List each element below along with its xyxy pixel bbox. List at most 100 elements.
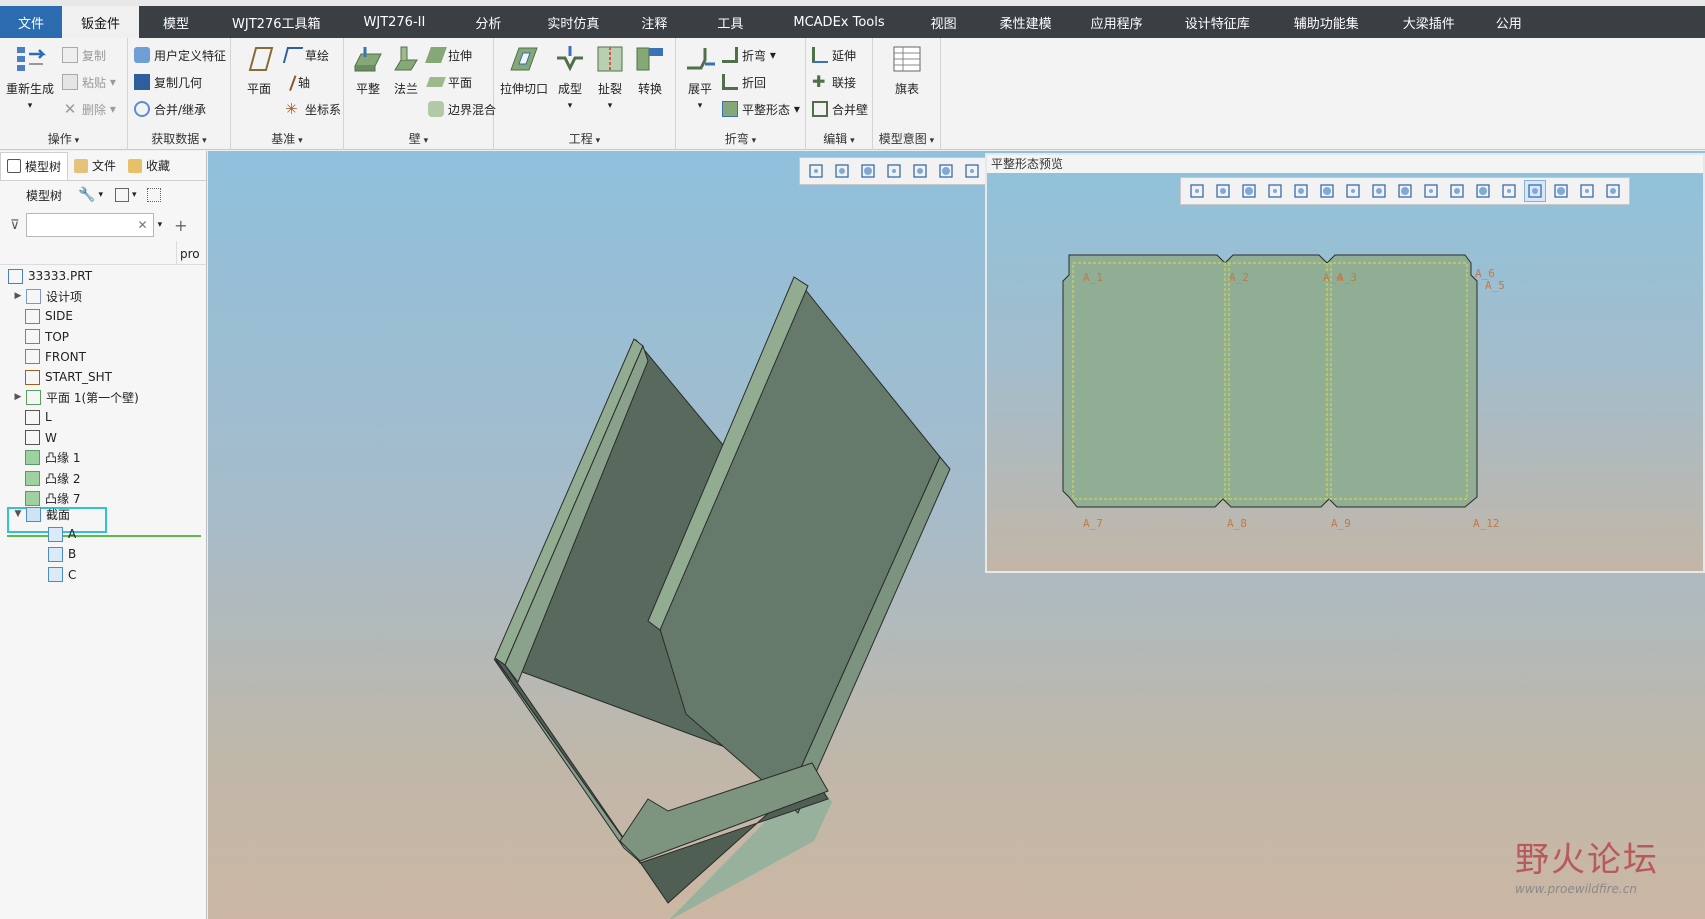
tab-files[interactable]: 文件 [68,152,122,180]
tab-girder-plugin[interactable]: 大梁插件 [1381,6,1477,38]
expand-arrow-icon[interactable]: ▶ [12,291,24,301]
insert-here-marker[interactable] [7,535,201,537]
tab-wjt276-ii[interactable]: WJT276-II [340,6,450,38]
tree-filter-icon[interactable] [146,188,161,202]
extrude-cut-icon [510,47,538,71]
dimension-label[interactable]: A_1 [1083,271,1103,284]
tree-item[interactable]: SIDE [25,305,73,327]
merge-inherit-button[interactable]: 合并/继承 [134,98,206,120]
tree-item-icon [25,450,40,466]
tree-item[interactable]: 33333.PRT [8,265,92,287]
tree-item-section[interactable]: B [48,543,76,565]
tab-annotate[interactable]: 注释 [619,6,689,38]
flange-button[interactable]: 法兰 [384,42,428,97]
tree-search-input[interactable] [25,213,154,237]
sketch-button[interactable]: 草绘 [282,44,329,66]
dimension-label[interactable]: A_7 [1083,517,1103,530]
tree-item[interactable]: L [25,406,52,428]
join-button[interactable]: ✚ 联接 [812,71,856,93]
tab-wjt276-toolbox[interactable]: WJT276工具箱 [213,6,339,38]
datum-plane-button[interactable]: 平面 [237,42,281,97]
tab-tools[interactable]: 工具 [689,6,771,38]
dimension-label[interactable]: A_4 [1323,271,1343,284]
convert-button[interactable]: 转换 [630,42,670,97]
search-dropdown-icon[interactable]: ▾ [158,220,163,230]
tree-item[interactable]: ▶ 设计项 [12,285,82,307]
tree-item-sections[interactable]: ▼ 截面 [12,503,70,525]
unbend-button[interactable]: 展平 ▾ [678,42,722,111]
flat-pattern-button[interactable]: 平整形态 ▾ [722,98,800,120]
tab-model[interactable]: 模型 [139,6,213,38]
delete-button[interactable]: ✕ 删除 ▾ [62,98,116,120]
planar-wall-button[interactable]: 平面 [426,71,472,93]
tree-item[interactable]: TOP [25,326,69,348]
tab-common[interactable]: 公用 [1477,6,1541,38]
extrude-wall-icon [425,47,447,63]
tab-analysis[interactable]: 分析 [449,6,527,38]
tree-item-section[interactable]: A [48,523,76,545]
flat-pattern-preview-window[interactable]: 平整形态预览 A_1 A_2 A_3 A_4 A_6 A_5 A_7 A_8 A_9 A_12 [985,153,1705,573]
tree-item[interactable]: FRONT [25,346,86,368]
tab-simulation[interactable]: 实时仿真 [527,6,619,38]
tree-item[interactable]: 凸缘 2 [25,467,80,489]
bend-button[interactable]: 折弯 ▾ [722,44,776,66]
tab-feature-library[interactable]: 设计特征库 [1163,6,1272,38]
group-label-bend[interactable]: 折弯 [676,130,805,147]
extrude-cut-button[interactable]: 拉伸切口 [498,42,550,97]
merge-wall-button[interactable]: 合并壁 [812,98,868,120]
dimension-label[interactable]: A_9 [1331,517,1351,530]
regenerate-icon [17,47,47,71]
group-label-engineering[interactable]: 工程 [494,130,675,147]
tree-item[interactable]: START_SHT [25,366,112,388]
tree-item[interactable]: W [25,427,57,449]
tree-item-label: C [68,567,77,582]
boundary-blend-button[interactable]: 边界混合 [428,98,496,120]
group-label-edit[interactable]: 编辑 [806,130,872,147]
dimension-label[interactable]: A_12 [1473,517,1500,530]
group-label-wall[interactable]: 壁 [344,130,493,147]
tab-mcadex-tools[interactable]: MCADEx Tools [771,6,906,38]
tab-favorites[interactable]: 收藏 [122,152,176,180]
csys-button[interactable]: ✳ 坐标系 [285,98,341,120]
column-header-pro[interactable]: pro [180,247,200,261]
tab-applications[interactable]: 应用程序 [1071,6,1163,38]
dimension-label[interactable]: A_5 [1485,279,1505,292]
form-button[interactable]: 成型 ▾ [550,42,590,111]
tab-view[interactable]: 视图 [907,6,981,38]
group-label-datum[interactable]: 基准 [231,130,343,147]
extend-button[interactable]: 延伸 [812,44,856,66]
graphics-viewport[interactable]: 平整形态预览 A_1 A_2 A_3 A_4 A_6 A_5 A_7 A_8 A_9 A_12 [208,151,1705,919]
udf-button[interactable]: 用户定义特征 [134,44,226,66]
rip-button[interactable]: 扯裂 ▾ [590,42,630,111]
collapse-arrow-icon[interactable]: ▼ [12,509,24,519]
tree-item[interactable]: ▶ 平面 1(第一个壁) [12,386,139,408]
flag-table-button[interactable]: 旗表 [885,42,929,97]
tree-item[interactable]: 凸缘 1 [25,447,80,469]
dimension-label[interactable]: A_2 [1229,271,1249,284]
bend-back-button[interactable]: 折回 [722,71,766,93]
group-label-operations[interactable]: 操作 [0,130,127,147]
dimension-label[interactable]: A_8 [1227,517,1247,530]
show-columns-icon[interactable] [114,188,129,202]
tab-model-tree[interactable]: 模型树 [0,151,69,180]
copy-icon [62,47,78,63]
tab-flexible-modeling[interactable]: 柔性建模 [981,6,1071,38]
group-label-model-intent[interactable]: 模型意图 [873,130,940,147]
clear-search-icon[interactable]: ✕ [138,218,148,232]
group-label-get-data[interactable]: 获取数据 [128,130,230,147]
tree-menu-label[interactable]: 模型树 [26,187,62,204]
copy-geometry-button[interactable]: 复制几何 [134,71,202,93]
tree-item-section[interactable]: C [48,564,76,586]
add-filter-icon[interactable]: + [174,216,187,235]
filter-funnel-icon[interactable]: ⊽ [10,218,20,233]
tab-sheetmetal[interactable]: 钣金件 [62,6,140,38]
regenerate-button[interactable]: 重新生成 ▾ [4,42,56,111]
extrude-wall-button[interactable]: 拉伸 [425,44,472,66]
tab-file[interactable]: 文件 [0,6,63,38]
axis-button[interactable]: 轴 [282,71,310,93]
tab-helper-set[interactable]: 辅助功能集 [1272,6,1381,38]
expand-arrow-icon[interactable]: ▶ [12,392,24,402]
copy-button[interactable]: 复制 [62,44,106,66]
tree-settings-icon[interactable]: 🔧 [78,187,95,203]
paste-button[interactable]: 粘贴 ▾ [62,71,116,93]
